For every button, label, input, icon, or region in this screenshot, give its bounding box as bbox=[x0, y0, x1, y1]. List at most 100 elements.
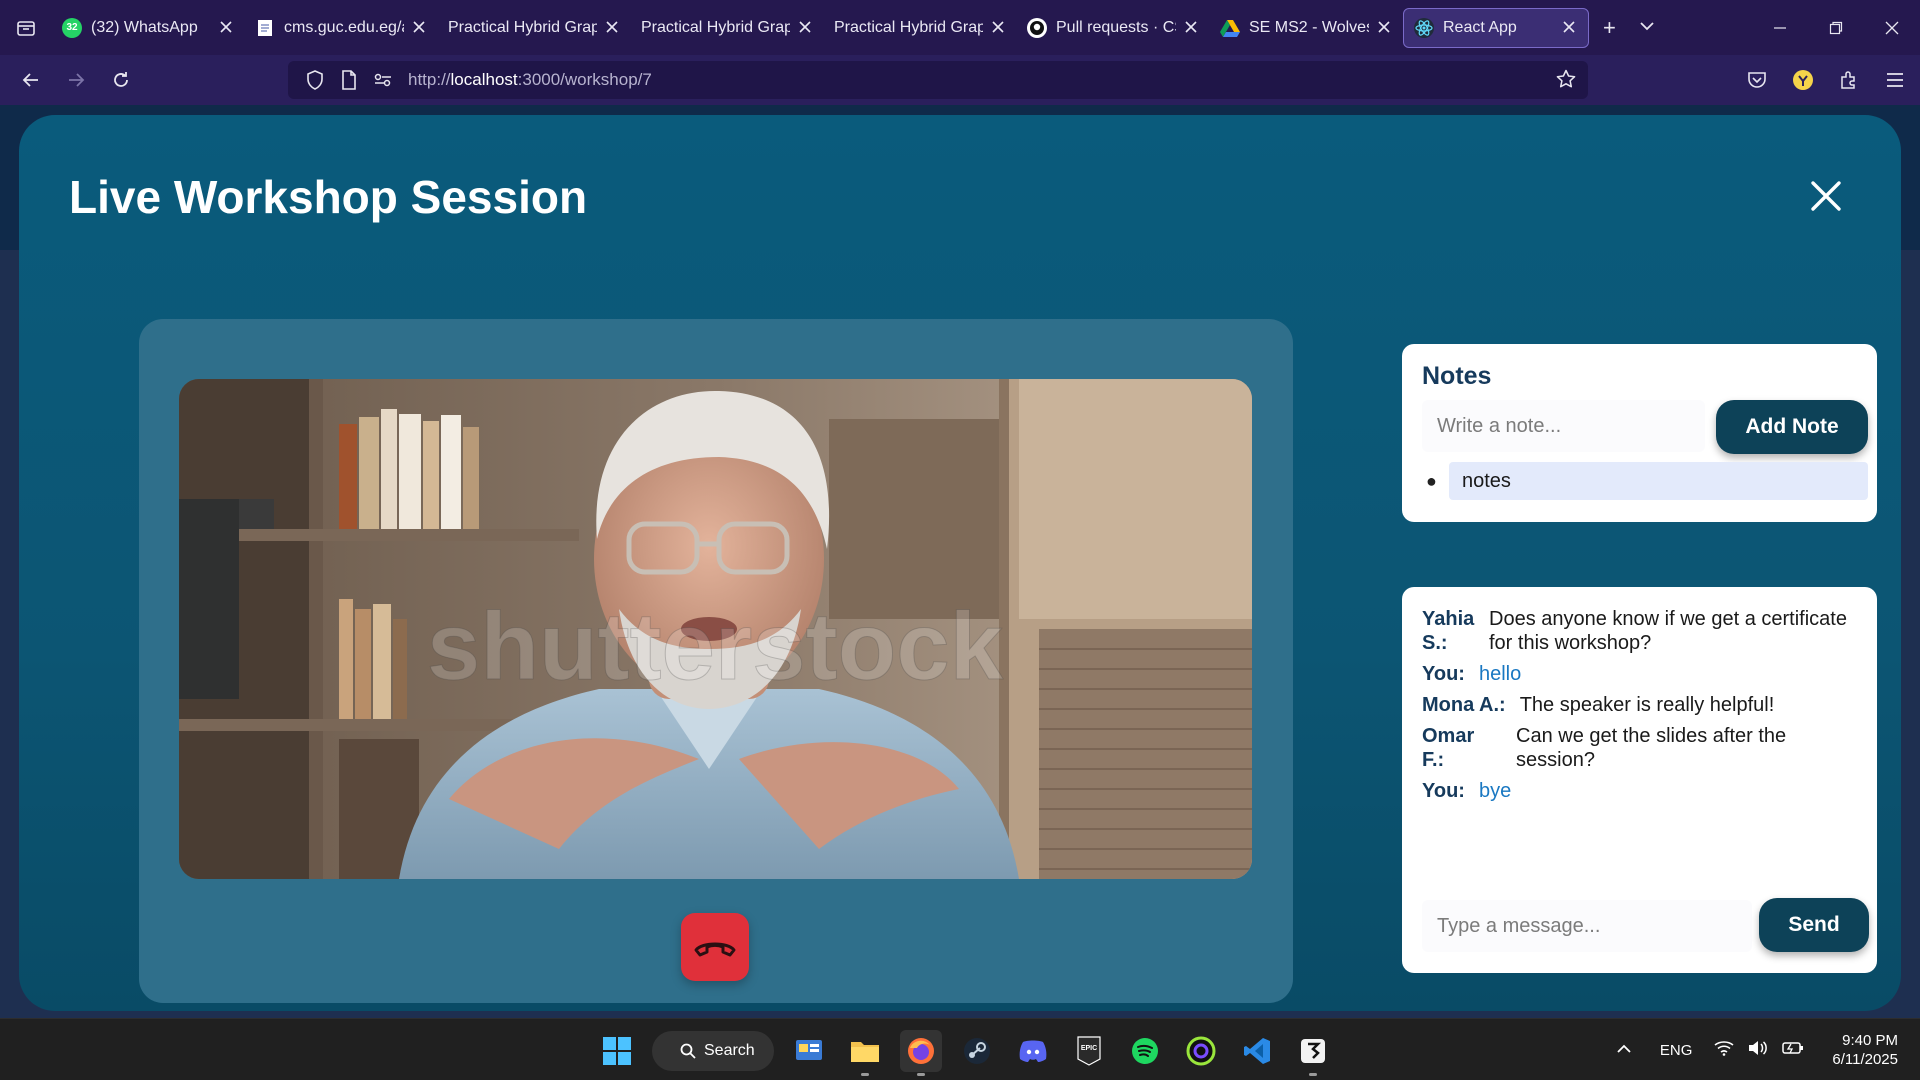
google-drive-icon bbox=[1220, 18, 1240, 38]
close-tab-icon[interactable] bbox=[1182, 17, 1200, 38]
arrow-left-icon bbox=[22, 73, 38, 87]
browser-tab[interactable]: SE MS2 - Wolves bbox=[1210, 8, 1403, 48]
wifi-icon[interactable] bbox=[1714, 1040, 1734, 1060]
extensions-puzzle-icon[interactable] bbox=[1834, 70, 1864, 90]
close-tab-icon[interactable] bbox=[796, 17, 814, 38]
note-input[interactable] bbox=[1422, 400, 1705, 452]
send-button[interactable]: Send bbox=[1759, 898, 1869, 952]
taskbar-discord[interactable] bbox=[1012, 1030, 1054, 1072]
permissions-icon[interactable] bbox=[366, 72, 400, 88]
video-panel: shutterstock bbox=[139, 319, 1293, 1003]
minimize-window-button[interactable] bbox=[1752, 0, 1808, 55]
chat-text: Does anyone know if we get a certificate… bbox=[1489, 608, 1847, 654]
reload-button[interactable] bbox=[98, 55, 143, 105]
add-note-button[interactable]: Add Note bbox=[1716, 400, 1868, 454]
tab-title: SE MS2 - Wolves bbox=[1249, 18, 1369, 36]
browser-tab-bar: 32 (32) WhatsApp cms.guc.edu.eg/ap Practica… bbox=[0, 0, 1920, 55]
browser-tab[interactable]: Practical Hybrid Graph bbox=[824, 8, 1017, 48]
extension-account-icon[interactable] bbox=[1788, 69, 1818, 91]
taskbar-vscode[interactable] bbox=[1236, 1030, 1278, 1072]
volume-icon[interactable] bbox=[1748, 1040, 1768, 1060]
chat-message: You: hello bbox=[1422, 662, 1862, 686]
taskbar-app-terminal[interactable] bbox=[1292, 1030, 1334, 1076]
close-tab-icon[interactable] bbox=[217, 17, 235, 38]
minimize-icon bbox=[1774, 26, 1786, 29]
bookmark-star-icon[interactable] bbox=[1556, 69, 1576, 94]
browser-nav-bar: http://localhost:3000/workshop/7 bbox=[0, 55, 1920, 105]
system-tray: ENG 9:40 PM 6/11/2025 bbox=[1616, 1019, 1898, 1080]
chat-message-input[interactable] bbox=[1422, 900, 1752, 952]
page-viewport: Live Workshop Session shutterstock Notes… bbox=[0, 105, 1920, 1018]
url-text[interactable]: http://localhost:3000/workshop/7 bbox=[408, 70, 652, 90]
close-window-button[interactable] bbox=[1864, 0, 1920, 55]
address-bar[interactable]: http://localhost:3000/workshop/7 bbox=[288, 61, 1588, 99]
page-title: Live Workshop Session bbox=[69, 171, 588, 223]
epic-games-icon: EPIC bbox=[1077, 1036, 1101, 1066]
taskbar-file-explorer[interactable] bbox=[844, 1030, 886, 1076]
chevron-up-icon[interactable] bbox=[1616, 1042, 1632, 1059]
svg-text:EPIC: EPIC bbox=[1081, 1045, 1097, 1052]
page-info-icon[interactable] bbox=[332, 70, 366, 90]
taskbar-epic-games[interactable]: EPIC bbox=[1068, 1030, 1110, 1072]
note-item: ● notes bbox=[1422, 462, 1868, 500]
tab-title: (32) WhatsApp bbox=[91, 18, 198, 36]
clock[interactable]: 9:40 PM 6/11/2025 bbox=[1832, 1031, 1898, 1069]
chat-sender: Mona A.: bbox=[1422, 694, 1506, 716]
browser-tab[interactable]: Practical Hybrid Graph bbox=[438, 8, 631, 48]
close-tab-icon[interactable] bbox=[603, 17, 621, 38]
restore-window-button[interactable] bbox=[1808, 0, 1864, 55]
close-modal-button[interactable] bbox=[1809, 179, 1843, 213]
back-button[interactable] bbox=[8, 55, 53, 105]
close-tab-icon[interactable] bbox=[1560, 17, 1578, 38]
browser-tab[interactable]: 32 (32) WhatsApp bbox=[52, 8, 245, 48]
close-tab-icon[interactable] bbox=[1375, 17, 1393, 38]
taskbar-widgets[interactable] bbox=[788, 1030, 830, 1072]
browser-tab[interactable]: cms.guc.edu.eg/ap bbox=[245, 8, 438, 48]
start-button[interactable] bbox=[596, 1030, 638, 1072]
steam-icon bbox=[964, 1038, 990, 1064]
end-call-button[interactable] bbox=[681, 913, 749, 981]
chat-sender: Omar F.: bbox=[1422, 725, 1475, 771]
document-icon bbox=[255, 18, 275, 38]
note-text: notes bbox=[1449, 462, 1868, 500]
taskbar-firefox[interactable] bbox=[900, 1030, 942, 1076]
app-box-icon bbox=[1301, 1039, 1325, 1063]
taskbar-spotify[interactable] bbox=[1124, 1030, 1166, 1072]
speaker-video[interactable]: shutterstock bbox=[179, 379, 1252, 879]
forward-button[interactable] bbox=[53, 55, 98, 105]
restore-icon bbox=[1829, 21, 1843, 34]
chat-message: You: bye bbox=[1422, 779, 1862, 803]
tab-overview-button[interactable] bbox=[0, 0, 52, 55]
new-tab-icon[interactable]: + bbox=[1603, 15, 1616, 41]
speaker-video-frame: shutterstock bbox=[179, 379, 1252, 879]
browser-tab[interactable]: Practical Hybrid Graph bbox=[631, 8, 824, 48]
chat-sender: Yahia S.: bbox=[1422, 608, 1475, 654]
chat-card: Yahia S.: Does anyone know if we get a c… bbox=[1402, 587, 1877, 973]
battery-icon[interactable] bbox=[1782, 1041, 1804, 1059]
browser-tab[interactable]: Pull requests · CSE bbox=[1017, 8, 1210, 48]
clock-time: 9:40 PM bbox=[1842, 1032, 1898, 1049]
tab-title: Practical Hybrid Graph bbox=[834, 18, 983, 36]
search-label: Search bbox=[704, 1042, 755, 1059]
taskbar-search[interactable]: Search bbox=[652, 1031, 774, 1071]
tab-title: cms.guc.edu.eg/ap bbox=[284, 18, 404, 36]
tracking-protection-shield-icon[interactable] bbox=[298, 70, 332, 90]
browser-tab[interactable]: React App bbox=[1403, 7, 1589, 48]
close-icon bbox=[1811, 181, 1841, 211]
taskbar-app-ring[interactable] bbox=[1180, 1030, 1222, 1072]
taskbar-steam[interactable] bbox=[956, 1030, 998, 1072]
tab-list-icon[interactable] bbox=[1638, 15, 1656, 41]
notes-title: Notes bbox=[1422, 362, 1492, 390]
close-tab-icon[interactable] bbox=[989, 17, 1007, 38]
pocket-icon[interactable] bbox=[1742, 71, 1772, 89]
tab-strip: 32 (32) WhatsApp cms.guc.edu.eg/ap Practica… bbox=[52, 7, 1589, 48]
phone-hangup-icon bbox=[694, 942, 736, 957]
close-tab-icon[interactable] bbox=[410, 17, 428, 38]
language-indicator[interactable]: ENG bbox=[1660, 1042, 1693, 1059]
tab-title: Pull requests · CSE bbox=[1056, 18, 1176, 36]
notes-list: ● notes bbox=[1422, 462, 1868, 500]
menu-hamburger-icon[interactable] bbox=[1880, 72, 1910, 88]
widgets-icon bbox=[796, 1040, 822, 1060]
chat-sender: You: bbox=[1422, 663, 1465, 685]
tab-title: Practical Hybrid Graph bbox=[448, 18, 597, 36]
